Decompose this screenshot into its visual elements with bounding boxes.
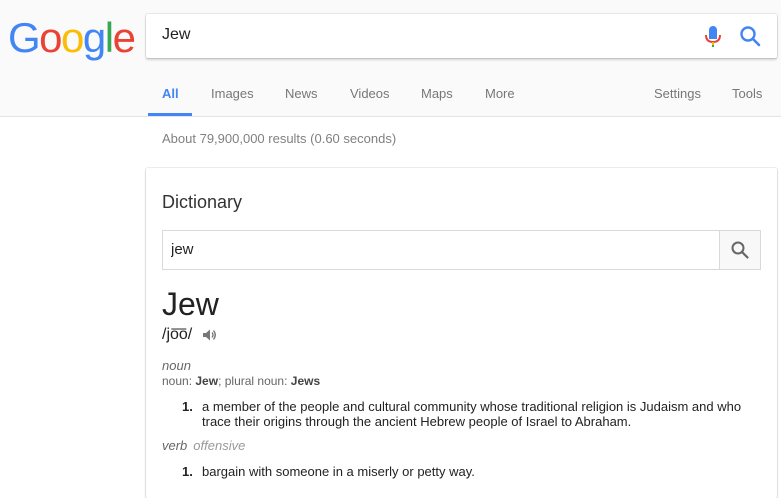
phonetic-text: /jo͞o/ (162, 326, 193, 343)
speaker-icon[interactable] (201, 327, 217, 343)
dictionary-search-input[interactable] (171, 241, 711, 258)
dictionary-search-button[interactable] (719, 231, 760, 269)
search-box (146, 14, 777, 58)
definition-text: a member of the people and cultural comm… (202, 399, 742, 429)
definition-number: 1. (182, 464, 193, 479)
search-icon[interactable] (738, 24, 762, 48)
logo-letter: e (112, 14, 136, 61)
result-stats: About 79,900,000 results (0.60 seconds) (162, 131, 397, 146)
dictionary-card: Dictionary Jew /jo͞o/ noun noun: Jew; pl… (146, 168, 777, 498)
headword: Jew (162, 286, 219, 322)
tab-images[interactable]: Images (211, 86, 254, 101)
active-tab-indicator (148, 113, 192, 116)
search-tabs: All Images News Videos Maps More Setting… (0, 84, 781, 116)
tab-news[interactable]: News (285, 86, 318, 101)
header: Google All Images News Videos Maps More … (0, 0, 781, 117)
definition-number: 1. (182, 399, 193, 414)
tab-tools[interactable]: Tools (732, 86, 762, 101)
logo-letter: g (82, 14, 106, 61)
logo-letter: o (61, 14, 84, 61)
microphone-icon[interactable] (702, 24, 724, 48)
noun-forms: noun: Jew; plural noun: Jews (162, 374, 320, 388)
phonetic: /jo͞o/ (162, 326, 217, 344)
verb-label: verb (162, 438, 188, 453)
search-input[interactable] (162, 26, 682, 44)
dictionary-search (162, 230, 761, 270)
forms-word: Jew (195, 374, 219, 388)
tab-maps[interactable]: Maps (421, 86, 453, 101)
tab-videos[interactable]: Videos (350, 86, 390, 101)
part-of-speech-verb: verb offensive (162, 438, 245, 453)
tab-more[interactable]: More (485, 86, 515, 101)
forms-plural: Jews (290, 374, 321, 388)
usage-label: offensive (193, 438, 246, 453)
google-logo[interactable]: Google (8, 14, 136, 62)
definition-text: bargain with someone in a miserly or pet… (202, 464, 475, 479)
logo-letter: G (8, 14, 41, 61)
logo-letter: o (39, 14, 62, 61)
forms-mid: ; plural noun: (218, 374, 291, 388)
part-of-speech-noun: noun (162, 358, 191, 373)
forms-prefix: noun: (162, 374, 196, 388)
tab-settings[interactable]: Settings (654, 86, 701, 101)
logo-letter: l (104, 14, 114, 61)
tab-all[interactable]: All (162, 86, 179, 101)
card-title: Dictionary (162, 192, 243, 212)
search-icon (731, 241, 749, 259)
